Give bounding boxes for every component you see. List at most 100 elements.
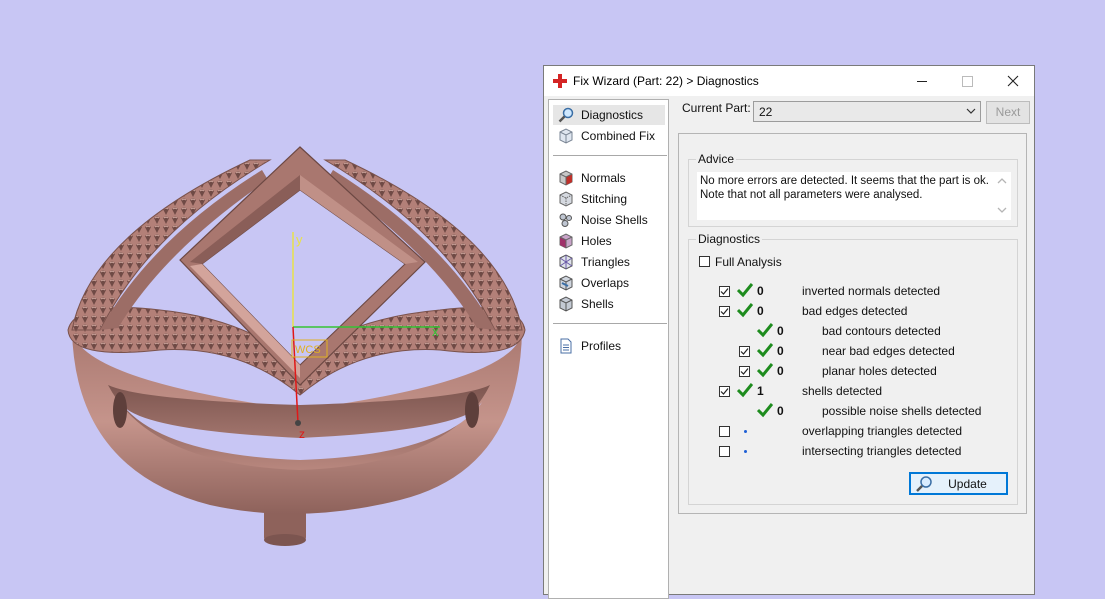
minimize-button[interactable]: [899, 66, 945, 96]
fix-wizard-window: Fix Wizard (Part: 22) > Diagnostics Diag…: [543, 65, 1035, 599]
nav-item-overlaps[interactable]: Overlaps: [553, 273, 665, 293]
green-check-icon: [757, 343, 773, 358]
nav-item-holes[interactable]: Holes: [553, 231, 665, 251]
nav-label: Triangles: [581, 255, 630, 269]
shells-checkbox[interactable]: [719, 386, 730, 397]
nav-item-diagnostics[interactable]: Diagnostics: [553, 105, 665, 125]
diagnostics-title: Diagnostics: [696, 232, 763, 246]
x-axis-label: x: [432, 324, 439, 339]
intersecting-triangles-checkbox[interactable]: [719, 446, 730, 457]
title-bar[interactable]: Fix Wizard (Part: 22) > Diagnostics: [544, 66, 1034, 96]
nav-label: Noise Shells: [581, 213, 648, 227]
current-part-dropdown[interactable]: 22: [753, 101, 981, 122]
near-bad-edges-checkbox[interactable]: [739, 346, 750, 357]
window-title: Fix Wizard (Part: 22) > Diagnostics: [573, 74, 759, 88]
chevron-down-icon: [966, 108, 976, 114]
green-check-icon: [757, 363, 773, 378]
overlaps-cube-icon: [559, 275, 573, 291]
current-part-label: Current Part:: [682, 101, 751, 115]
inverted-normals-checkbox[interactable]: [719, 286, 730, 297]
magnifier-icon: [558, 107, 574, 123]
nav-label: Combined Fix: [581, 129, 656, 143]
diag-label: bad edges detected: [802, 304, 908, 318]
noise-shells-icon: [559, 213, 572, 227]
diag-label: possible noise shells detected: [822, 404, 982, 418]
diagnostics-panel: Advice No more errors are detected. It s…: [678, 133, 1027, 514]
holes-cube-icon: [559, 233, 573, 249]
nav-divider: [553, 155, 667, 156]
diagnostics-group: Diagnostics Full Analysis 0 inverted nor…: [688, 232, 1018, 505]
z-axis-label: z: [299, 427, 305, 441]
minimize-icon: [917, 81, 927, 82]
planar-holes-checkbox[interactable]: [739, 366, 750, 377]
advice-title: Advice: [696, 152, 737, 166]
advice-text: No more errors are detected. It seems th…: [700, 175, 990, 202]
green-check-icon: [757, 403, 773, 418]
nav-label: Normals: [581, 171, 626, 185]
bad-edges-checkbox[interactable]: [719, 306, 730, 317]
diag-label: inverted normals detected: [802, 284, 941, 298]
shells-cube-icon: [559, 296, 573, 312]
wizard-nav: Diagnostics Combined Fix Normals Stitchi…: [548, 99, 669, 599]
pending-dot-icon: [744, 450, 747, 453]
wcs-label: WCS: [295, 344, 321, 356]
diag-label: bad contours detected: [822, 324, 941, 338]
nav-label: Shells: [581, 297, 614, 311]
nav-item-normals[interactable]: Normals: [553, 168, 665, 188]
count: 0: [757, 284, 764, 298]
close-button[interactable]: [990, 66, 1036, 96]
pending-dot-icon: [744, 430, 747, 433]
count: 0: [777, 364, 784, 378]
advice-group: Advice No more errors are detected. It s…: [688, 152, 1018, 227]
count: 0: [777, 404, 784, 418]
update-button[interactable]: Update: [909, 472, 1008, 495]
maximize-button[interactable]: [944, 66, 990, 96]
nav-divider: [553, 323, 667, 324]
diag-label: shells detected: [802, 384, 883, 398]
green-check-icon: [737, 383, 753, 398]
nav-item-profiles[interactable]: Profiles: [553, 336, 665, 356]
origin-marker: [295, 420, 301, 426]
count: 0: [777, 324, 784, 338]
nav-item-combined-fix[interactable]: Combined Fix: [553, 126, 665, 146]
nav-item-triangles[interactable]: Triangles: [553, 252, 665, 272]
diag-label: planar holes detected: [822, 364, 937, 378]
count: 1: [757, 384, 764, 398]
advice-line: No more errors are detected. It seems th…: [700, 175, 989, 187]
diag-label: near bad edges detected: [822, 344, 955, 358]
3d-viewport[interactable]: WCS y x z: [0, 0, 545, 585]
nav-item-noise-shells[interactable]: Noise Shells: [553, 210, 665, 230]
current-part-value: 22: [759, 105, 773, 119]
close-icon: [1007, 75, 1019, 87]
stitching-cube-icon: [559, 191, 573, 207]
next-button[interactable]: Next: [986, 101, 1030, 124]
nav-label: Holes: [581, 234, 612, 248]
update-label: Update: [948, 477, 987, 491]
red-cross-icon: [553, 74, 567, 88]
maximize-icon: [962, 76, 973, 87]
document-icon: [560, 338, 572, 354]
nav-item-shells[interactable]: Shells: [553, 294, 665, 314]
count: 0: [777, 344, 784, 358]
nav-label: Profiles: [581, 339, 622, 353]
green-check-icon: [737, 283, 753, 298]
nav-item-stitching[interactable]: Stitching: [553, 189, 665, 209]
green-check-icon: [737, 303, 753, 318]
overlapping-triangles-checkbox[interactable]: [719, 426, 730, 437]
advice-scrollbar[interactable]: [993, 172, 1011, 220]
nav-label: Overlaps: [581, 276, 630, 290]
normals-cube-icon: [559, 170, 573, 186]
advice-textbox[interactable]: No more errors are detected. It seems th…: [697, 172, 1011, 220]
count: 0: [757, 304, 764, 318]
green-check-icon: [757, 323, 773, 338]
ring-model[interactable]: WCS y x z: [0, 0, 545, 585]
triangles-cube-icon: [559, 254, 573, 270]
nav-label: Stitching: [581, 192, 628, 206]
diag-label: overlapping triangles detected: [802, 424, 963, 438]
diag-label: intersecting triangles detected: [802, 444, 962, 458]
nav-label: Diagnostics: [581, 108, 644, 122]
checkbox[interactable]: [699, 256, 710, 267]
y-axis-label: y: [296, 232, 303, 247]
advice-line: Note that not all parameters were analys…: [700, 188, 923, 201]
full-analysis-label: Full Analysis: [715, 255, 782, 269]
